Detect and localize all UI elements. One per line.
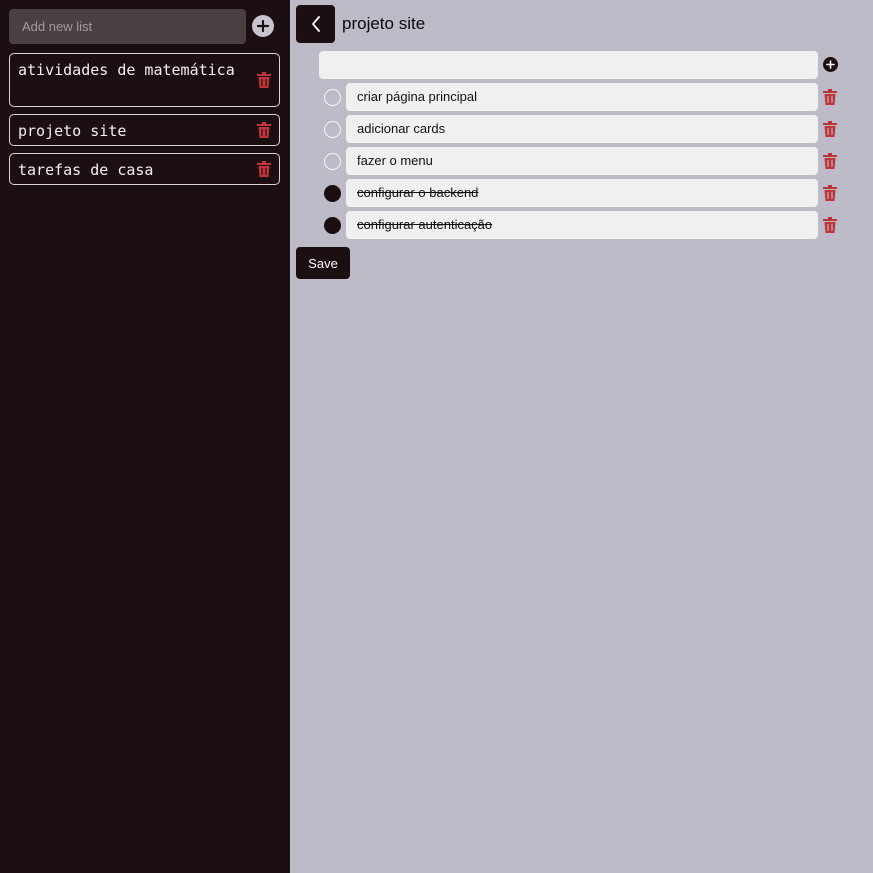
list-item[interactable]: tarefas de casa <box>9 153 280 185</box>
task-row: fazer o menu <box>319 147 849 175</box>
delete-list-button[interactable] <box>257 161 271 177</box>
delete-task-button[interactable] <box>823 121 837 137</box>
trash-icon <box>823 89 837 105</box>
list-item-label: atividades de matemática <box>18 61 235 79</box>
trash-icon <box>823 185 837 201</box>
task-checkbox-checked[interactable] <box>324 185 341 202</box>
chevron-left-icon <box>311 16 320 32</box>
add-task-button[interactable] <box>823 57 838 72</box>
plus-icon <box>826 60 835 69</box>
task-text[interactable]: configurar autenticação <box>346 211 818 239</box>
plus-icon <box>256 19 270 33</box>
list-item[interactable]: projeto site <box>9 114 280 146</box>
trash-icon <box>823 217 837 233</box>
task-text[interactable]: criar página principal <box>346 83 818 111</box>
delete-task-button[interactable] <box>823 89 837 105</box>
new-task-input[interactable] <box>319 51 818 79</box>
trash-icon <box>257 72 271 88</box>
new-list-input[interactable] <box>9 9 246 44</box>
add-list-button[interactable] <box>252 15 274 37</box>
list-item[interactable]: atividades de matemática <box>9 53 280 107</box>
delete-task-button[interactable] <box>823 153 837 169</box>
task-checkbox[interactable] <box>324 121 341 138</box>
list-item-label: tarefas de casa <box>18 161 154 179</box>
task-row: criar página principal <box>319 83 849 111</box>
page-title: projeto site <box>342 14 426 33</box>
task-text[interactable]: adicionar cards <box>346 115 818 143</box>
trash-icon <box>823 121 837 137</box>
task-row: configurar o backend <box>319 179 849 207</box>
delete-task-button[interactable] <box>823 185 837 201</box>
task-checkbox-checked[interactable] <box>324 217 341 234</box>
trash-icon <box>257 161 271 177</box>
task-text[interactable]: configurar o backend <box>346 179 818 207</box>
task-checkbox[interactable] <box>324 153 341 170</box>
trash-icon <box>823 153 837 169</box>
task-row: configurar autenticação <box>319 211 849 239</box>
back-button[interactable] <box>296 5 335 43</box>
delete-task-button[interactable] <box>823 217 837 233</box>
list-item-label: projeto site <box>18 122 127 140</box>
delete-list-button[interactable] <box>257 72 271 88</box>
task-row: adicionar cards <box>319 115 849 143</box>
delete-list-button[interactable] <box>257 122 271 138</box>
trash-icon <box>257 122 271 138</box>
sidebar: atividades de matemática projeto site ta… <box>0 0 290 873</box>
task-checkbox[interactable] <box>324 89 341 106</box>
task-text[interactable]: fazer o menu <box>346 147 818 175</box>
save-button[interactable]: Save <box>296 247 350 279</box>
